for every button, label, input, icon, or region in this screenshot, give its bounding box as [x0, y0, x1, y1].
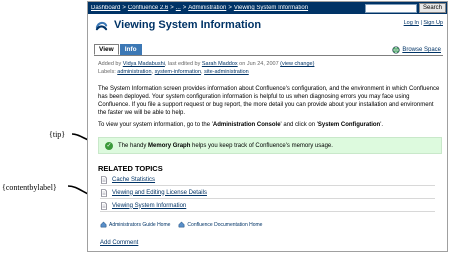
confluence-window: Dashboard > Confluence 2.6 >... > Administrat… — [87, 1, 448, 252]
home-icon — [179, 221, 185, 228]
instructions-paragraph: To view your system information, go to t… — [98, 121, 440, 129]
signup-link[interactable]: Sign Up — [423, 20, 443, 26]
edited-prefix: , last edited by — [164, 61, 202, 67]
doc-home-link[interactable]: Confluence Documentation Home — [187, 222, 262, 228]
browse-space-link[interactable]: Browse Space — [392, 46, 441, 54]
contentbylabel-annotation: {contentbylabel} — [2, 183, 57, 192]
search-button[interactable]: Search — [418, 3, 446, 13]
footer-links: Administrators Guide Home Confluence Doc… — [100, 221, 270, 228]
globe-icon — [392, 46, 400, 54]
tip-text-pre: The handy — [118, 142, 149, 149]
login-link[interactable]: Log In — [404, 20, 419, 26]
label-system-information[interactable]: system-information — [155, 69, 201, 75]
related-link-license-details[interactable]: Viewing and Editing License Details — [112, 190, 207, 196]
tip-annotation: {tip} — [49, 130, 66, 139]
intro-paragraph: The System Information screen provides i… — [98, 86, 440, 116]
instructions-text: ' and click on ' — [280, 122, 318, 128]
breadcrumb-dashboard[interactable]: Dashboard — [91, 5, 120, 11]
tab-view[interactable]: View — [94, 44, 119, 55]
admin-console-text: Administration Console — [212, 122, 281, 128]
browse-space-label: Browse Space — [402, 47, 441, 53]
admin-guide-home-link[interactable]: Administrators Guide Home — [109, 222, 170, 228]
home-icon — [100, 221, 107, 228]
search-input[interactable] — [364, 3, 417, 13]
breadcrumb-separator: > — [228, 5, 232, 11]
label-site-administration[interactable]: site-administration — [204, 69, 249, 75]
document-icon — [101, 188, 107, 197]
related-item[interactable]: Viewing and Editing License Details — [100, 187, 435, 199]
tip-text-bold: Memory Graph — [148, 142, 191, 149]
breadcrumb-confluence[interactable]: Confluence 2.6 — [128, 5, 168, 11]
breadcrumb-separator: > — [122, 5, 126, 11]
author-line: Added by Vidya Madabushi, last edited by… — [98, 60, 438, 68]
related-item[interactable]: Cache Statistics — [100, 174, 435, 186]
related-item[interactable]: Viewing System Information — [100, 200, 435, 212]
editor-link[interactable]: Sarah Maddox — [202, 61, 238, 67]
breadcrumb-ellipsis[interactable]: ... — [176, 5, 181, 11]
check-icon: ✓ — [105, 141, 113, 150]
related-topics-heading: RELATED TOPICS — [98, 164, 163, 173]
breadcrumb-separator: > — [170, 5, 174, 11]
tab-divider — [94, 55, 443, 56]
labels-prefix: Labels: — [98, 69, 118, 75]
system-config-text: System Configuration — [317, 122, 381, 128]
related-link-cache-statistics[interactable]: Cache Statistics — [112, 177, 155, 183]
tip-text: The handy Memory Graph helps you keep tr… — [118, 143, 333, 149]
breadcrumb: Dashboard > Confluence 2.6 >... > Administrat… — [91, 5, 365, 11]
page-tabs: View Info — [94, 44, 143, 55]
view-change-link[interactable]: (view change) — [280, 61, 314, 67]
breadcrumb-current[interactable]: Viewing System Information — [234, 5, 308, 11]
edit-date: on Jun 24, 2007 — [237, 61, 281, 67]
document-icon — [101, 201, 107, 210]
tab-info[interactable]: Info — [119, 44, 142, 55]
title-bar: Viewing System Information Log In | Sign… — [88, 14, 447, 36]
user-links: Log In | Sign Up — [404, 20, 443, 26]
author-link[interactable]: Vidya Madabushi — [123, 61, 165, 67]
user-links-separator: | — [420, 20, 422, 26]
confluence-logo-icon — [95, 21, 108, 31]
page-metadata: Added by Vidya Madabushi, last edited by… — [98, 60, 438, 76]
breadcrumb-separator: > — [182, 5, 187, 11]
instructions-text: To view your system information, go to t… — [98, 122, 213, 128]
tip-text-post: helps you keep track of Confluence's mem… — [190, 142, 333, 149]
added-by-prefix: Added by — [98, 61, 123, 67]
top-nav-bar: Dashboard > Confluence 2.6 >... > Administrat… — [88, 2, 447, 14]
add-comment-link[interactable]: Add Comment — [100, 240, 138, 246]
labels-line: Labels: administration, system-informati… — [98, 69, 249, 75]
document-icon — [101, 175, 107, 184]
page-title: Viewing System Information — [114, 19, 262, 31]
instructions-text: '. — [380, 122, 384, 128]
tip-box: ✓ The handy Memory Graph helps you keep … — [98, 137, 442, 154]
label-administration[interactable]: administration — [117, 69, 151, 75]
breadcrumb-administration[interactable]: Administration — [188, 5, 226, 11]
related-link-system-information[interactable]: Viewing System Information — [112, 203, 186, 209]
